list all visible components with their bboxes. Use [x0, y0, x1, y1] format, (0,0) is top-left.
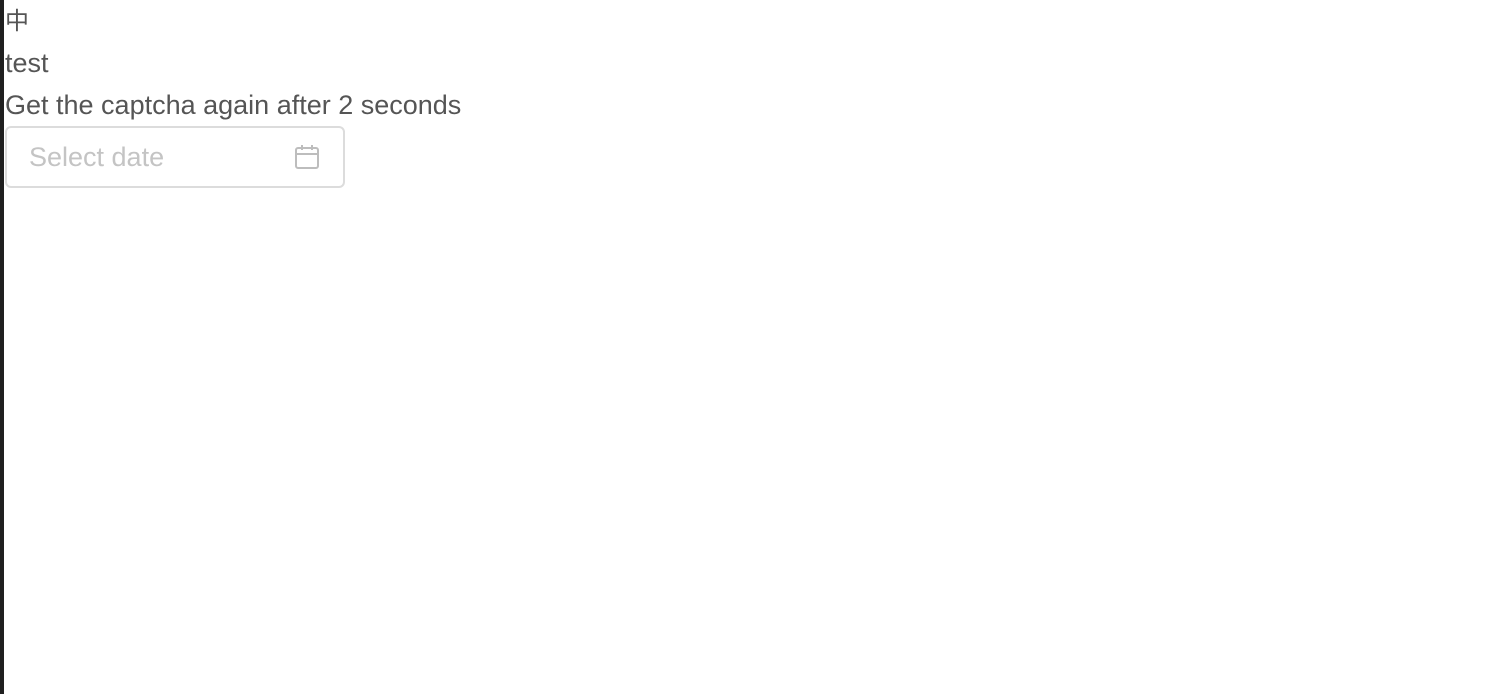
date-input[interactable]	[29, 141, 269, 173]
date-picker[interactable]	[5, 126, 345, 188]
captcha-countdown-message: Get the captcha again after 2 seconds	[5, 90, 462, 120]
page-content: 中 test Get the captcha again after 2 sec…	[5, 0, 461, 188]
language-toggle[interactable]: 中	[5, 0, 461, 42]
calendar-icon[interactable]	[293, 143, 321, 171]
test-text: test	[5, 48, 49, 78]
